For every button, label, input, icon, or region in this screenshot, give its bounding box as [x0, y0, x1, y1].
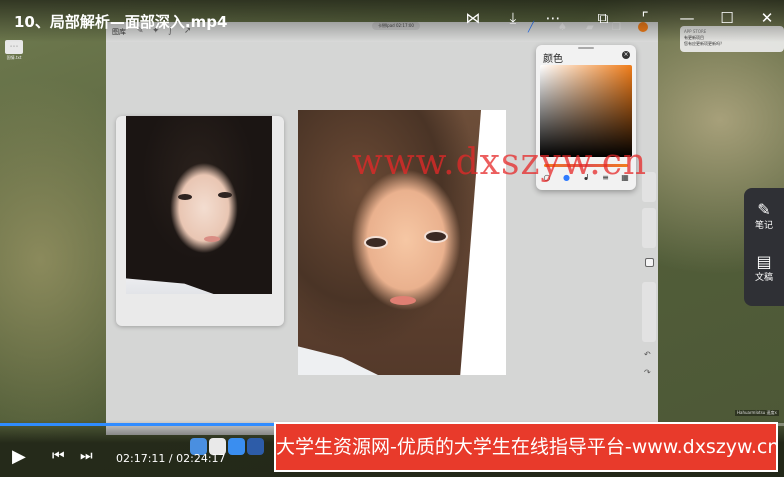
app-icon[interactable]	[247, 438, 264, 455]
reference-photo	[126, 116, 272, 294]
more-icon[interactable]: ⋯	[542, 9, 564, 27]
side-item-docs-label: 文稿	[754, 273, 773, 283]
opacity-slider[interactable]	[642, 282, 656, 342]
tiny-caption: Hahuarmlotsu 速度x	[735, 410, 779, 416]
play-icon[interactable]: ▶	[12, 446, 26, 467]
maximize-icon[interactable]: ☐	[716, 9, 738, 27]
time-display: 02:17:11 / 02:24:17	[116, 452, 226, 465]
ref-eye-right	[218, 192, 232, 198]
close-icon[interactable]: ✕	[756, 9, 778, 27]
note-edit-icon: ✎	[757, 200, 771, 219]
modify-button[interactable]	[645, 258, 654, 267]
next-icon[interactable]: ⏭	[80, 448, 93, 464]
time-separator: /	[168, 452, 173, 465]
pip-icon[interactable]: ⧉	[592, 9, 614, 27]
minimize-icon[interactable]: —	[676, 9, 698, 27]
panel-grip[interactable]	[578, 47, 594, 49]
note-side-panel: ✎ 笔记 ▤ 文稿	[744, 188, 784, 306]
close-icon[interactable]: ×	[622, 51, 630, 59]
ref-lip	[204, 236, 220, 242]
ref-collar	[126, 278, 214, 294]
total-time: 02:24:17	[176, 452, 226, 465]
side-item-notes[interactable]: ✎ 笔记	[744, 200, 784, 232]
previous-icon[interactable]: ⏮	[52, 448, 65, 464]
undo-icon[interactable]: ↶	[644, 350, 651, 359]
size-slider[interactable]	[642, 208, 656, 248]
document-ai-icon: ▤	[756, 252, 772, 271]
desktop-file-icon[interactable]: ◦◦◦ 国情.txt	[4, 40, 24, 66]
share-icon[interactable]: ⋈	[462, 9, 484, 27]
redo-icon[interactable]: ↷	[644, 368, 651, 377]
paint-eye-right	[426, 232, 446, 241]
file-icon: ◦◦◦	[5, 40, 23, 54]
restore-icon[interactable]: ⌜	[634, 9, 656, 27]
reference-card[interactable]	[116, 116, 284, 326]
download-icon[interactable]: ⤓	[502, 9, 524, 27]
current-time: 02:17:11	[116, 452, 166, 465]
color-panel-title: 颜色	[543, 54, 563, 65]
brush-slider-rail: ↶ ↷	[642, 172, 656, 382]
side-item-docs[interactable]: ▤ 文稿	[744, 252, 784, 284]
ad-banner[interactable]: 大学生资源网-优质的大学生在线指导平台-www.dxszyw.cn	[274, 422, 779, 472]
safari-icon[interactable]	[228, 438, 245, 455]
paint-eye-left	[366, 238, 386, 247]
player-top-bar: 10、局部解析—面部深入.mp4 ⋈ ⤓ ⋯ ⧉ ⌜ — ☐ ✕	[0, 0, 784, 42]
ref-eye-left	[178, 194, 192, 200]
side-item-notes-label: 笔记	[754, 221, 773, 231]
video-title: 10、局部解析—面部深入.mp4	[14, 13, 228, 31]
paint-lip	[390, 296, 416, 305]
desktop-file-label: 国情.txt	[6, 55, 22, 60]
watermark-text: www.dxszyw.cn	[352, 142, 648, 183]
